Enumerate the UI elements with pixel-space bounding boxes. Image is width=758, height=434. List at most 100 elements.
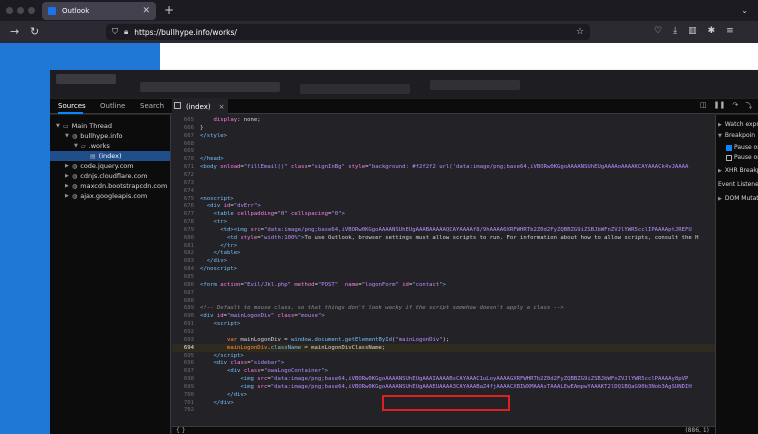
tab-search[interactable]: Search: [140, 102, 164, 110]
new-tab-button[interactable]: +: [164, 3, 174, 17]
expand-arrow-icon[interactable]: ▼: [74, 143, 81, 149]
expand-arrow-icon[interactable]: ▶: [718, 168, 722, 174]
code-line[interactable]: display: none;: [200, 117, 260, 123]
maximize-window-button[interactable]: [28, 7, 35, 14]
line-number[interactable]: 676: [172, 203, 194, 209]
line-number[interactable]: 665: [172, 117, 194, 123]
line-number[interactable]: 687: [172, 290, 194, 296]
line-number[interactable]: 693: [172, 337, 194, 343]
split-panel-icon[interactable]: ◫: [700, 101, 707, 111]
side-panel-item[interactable]: ▶ DOM Mutat: [718, 195, 758, 202]
download-icon[interactable]: ⤓: [673, 26, 677, 36]
side-panel-item[interactable]: Event Listene: [718, 181, 758, 188]
line-number[interactable]: 672: [172, 172, 194, 178]
code-line[interactable]: </div>: [200, 392, 247, 398]
line-number[interactable]: 677: [172, 211, 194, 217]
line-number[interactable]: 679: [172, 227, 194, 233]
code-line[interactable]: </tr>: [200, 243, 237, 249]
code-line[interactable]: <tr>: [200, 219, 226, 225]
code-editor[interactable]: 665 display: none; 666} 667 </style> 668 669 6…: [172, 115, 715, 426]
line-number[interactable]: 680: [172, 235, 194, 241]
tree-item[interactable]: ▶ ◍ maxcdn.bootstrapcdn.com: [50, 181, 170, 191]
line-number[interactable]: 694: [172, 345, 194, 351]
code-line[interactable]: </style>: [200, 133, 227, 139]
line-number[interactable]: 683: [172, 258, 194, 264]
line-number[interactable]: 675: [172, 196, 194, 202]
bookmark-star-icon[interactable]: ☆: [576, 27, 584, 37]
line-number[interactable]: 699: [172, 384, 194, 390]
lock-icon[interactable]: 🔒︎: [124, 27, 128, 37]
minimize-window-button[interactable]: [17, 7, 24, 14]
tree-item[interactable]: ▶ ◍ cdnjs.cloudflare.com: [50, 171, 170, 181]
list-all-tabs-button[interactable]: ⌄: [741, 6, 748, 15]
line-number[interactable]: 674: [172, 188, 194, 194]
line-number[interactable]: 684: [172, 266, 194, 272]
forward-button[interactable]: →: [10, 25, 19, 38]
expand-arrow-icon[interactable]: ▼: [56, 123, 63, 129]
line-number[interactable]: 668: [172, 141, 194, 147]
code-line[interactable]: <img src="data:image/png;base64,iVBORw0K…: [200, 376, 688, 382]
toggle-sidebar-icon[interactable]: [174, 102, 181, 109]
line-number[interactable]: 673: [172, 180, 194, 186]
tree-item[interactable]: ▼ ▱ .works: [50, 141, 170, 151]
code-line[interactable]: </table>: [200, 250, 240, 256]
line-number[interactable]: 691: [172, 321, 194, 327]
window-controls[interactable]: [6, 7, 39, 16]
line-number[interactable]: 689: [172, 305, 194, 311]
line-number[interactable]: 671: [172, 164, 194, 170]
pause-icon[interactable]: ❚❚: [714, 101, 726, 111]
tree-item[interactable]: ▶ ◍ ajax.googleapis.com: [50, 191, 170, 201]
shield-icon[interactable]: ⛉: [112, 27, 118, 37]
line-number[interactable]: 695: [172, 353, 194, 359]
code-line[interactable]: <div id="dvErr">: [200, 203, 261, 209]
tree-item[interactable]: ▼ ▭ Main Thread: [50, 121, 170, 131]
tree-item[interactable]: ▤ (index): [50, 151, 170, 161]
url-text[interactable]: https://bullhype.info/works/: [134, 28, 237, 37]
code-line[interactable]: </script>: [200, 353, 243, 359]
line-number[interactable]: 669: [172, 148, 194, 154]
expand-arrow-icon[interactable]: ▶: [65, 193, 72, 199]
tab-outline[interactable]: Outline: [100, 102, 125, 110]
pretty-print-button[interactable]: { }: [176, 427, 186, 434]
expand-arrow-icon[interactable]: ▼: [718, 133, 722, 139]
code-line[interactable]: <form action="Evil/Jkl.php" method="POST…: [200, 282, 446, 288]
line-number[interactable]: 681: [172, 243, 194, 249]
side-panel-item[interactable]: ▶ XHR Breakp: [718, 167, 758, 174]
tab-sources[interactable]: Sources: [58, 102, 86, 110]
side-panel-item[interactable]: Pause or: [726, 154, 758, 161]
line-number[interactable]: 698: [172, 376, 194, 382]
line-number[interactable]: 685: [172, 274, 194, 280]
expand-arrow-icon[interactable]: ▶: [718, 196, 722, 202]
line-number[interactable]: 692: [172, 329, 194, 335]
expand-arrow-icon[interactable]: ▼: [65, 133, 72, 139]
code-line[interactable]: </noscript>: [200, 266, 237, 272]
line-number[interactable]: 686: [172, 282, 194, 288]
extensions-icon[interactable]: ✱: [708, 26, 716, 36]
line-number[interactable]: 701: [172, 400, 194, 406]
line-number[interactable]: 697: [172, 368, 194, 374]
code-line[interactable]: <div class="sidebar">: [200, 360, 284, 366]
code-line[interactable]: <!-- Default to mouse class, so that thi…: [200, 305, 564, 311]
expand-arrow-icon[interactable]: ▶: [718, 122, 722, 128]
line-number[interactable]: 690: [172, 313, 194, 319]
pause-checkbox[interactable]: [726, 144, 732, 151]
pocket-icon[interactable]: ♡: [654, 26, 662, 36]
code-line[interactable]: <div class="owaLogoContainer">: [200, 368, 328, 374]
line-number[interactable]: 678: [172, 219, 194, 225]
side-panel-item[interactable]: ▶ Watch expr: [718, 121, 758, 128]
line-number[interactable]: 670: [172, 156, 194, 162]
code-line[interactable]: <body onload="fillEmail()" class="signIn…: [200, 164, 688, 170]
step-over-icon[interactable]: ↷: [732, 101, 738, 111]
code-line[interactable]: </head>: [200, 156, 224, 162]
code-line[interactable]: <script>: [200, 321, 240, 327]
url-bar[interactable]: ⛉ 🔒︎ https://bullhype.info/works/ ☆: [106, 24, 590, 40]
code-line[interactable]: </div>: [200, 258, 227, 264]
code-line[interactable]: </div>: [200, 400, 233, 406]
expand-arrow-icon[interactable]: ▶: [65, 163, 72, 169]
pause-checkbox[interactable]: [726, 154, 732, 161]
line-number[interactable]: 682: [172, 250, 194, 256]
line-number[interactable]: 702: [172, 407, 194, 413]
code-line[interactable]: <div id="mainLogonDiv" class="mouse">: [200, 313, 325, 319]
reload-button[interactable]: ↻: [30, 25, 39, 38]
tree-item[interactable]: ▶ ◍ code.jquery.com: [50, 161, 170, 171]
